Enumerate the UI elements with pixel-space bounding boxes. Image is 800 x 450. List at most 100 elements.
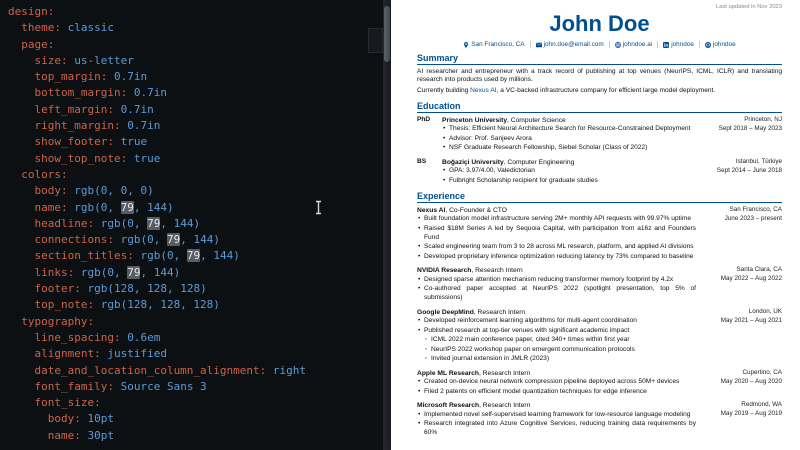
editor-overlay-box: [368, 28, 383, 53]
code-editor[interactable]: design: theme: classic page: size: us-le…: [0, 0, 383, 450]
yaml-key: body:: [8, 412, 81, 425]
experience-entry: Google DeepMind, Research Intern Develop…: [417, 308, 782, 365]
code-line[interactable]: colors:: [8, 167, 383, 183]
sub-bullet: NeurIPS 2022 workshop paper on emergent …: [417, 346, 696, 355]
code-line[interactable]: headline: rgb(0, 79, 144): [8, 216, 383, 232]
search-highlight: 79: [187, 249, 200, 262]
connection-location[interactable]: San Francisco, CA: [458, 41, 529, 48]
code-line[interactable]: links: rgb(0, 79, 144): [8, 265, 383, 281]
bullet: Filed 2 patents on efficient model quant…: [417, 388, 696, 397]
yaml-value: 0.7in: [114, 103, 154, 116]
bullet: GPA: 3.97/4.00, Valedictorian: [442, 167, 696, 176]
yaml-value: rgb(0,: [134, 249, 187, 262]
section-title: Experience: [417, 191, 782, 203]
code-line[interactable]: name: rgb(0, 79, 144): [8, 200, 383, 216]
yaml-value: classic: [61, 21, 114, 34]
code-line[interactable]: body: 10pt: [8, 411, 383, 427]
yaml-value: rgb(128, 128, 128): [81, 282, 207, 295]
section-summary: Summary AI researcher and entrepreneur w…: [417, 53, 782, 96]
yaml-value: 0.7in: [107, 70, 147, 83]
yaml-key: name:: [8, 201, 68, 214]
date-location-column: Cupertino, CA May 2020 – Aug 2020: [702, 369, 782, 398]
yaml-key: size:: [8, 54, 68, 67]
date-location-column: London, UK May 2021 – Aug 2021: [702, 308, 782, 365]
yaml-value: rgb(0,: [94, 217, 147, 230]
linkedin-icon: [663, 42, 669, 48]
code-line[interactable]: top_note: rgb(128, 128, 128): [8, 297, 383, 313]
scrollbar-thumb[interactable]: [384, 6, 390, 62]
section-education: Education PhD Princeton University, Comp…: [417, 101, 782, 186]
company-line: NVIDIA Research, Research Intern: [417, 266, 696, 275]
yaml-key: top_note:: [8, 298, 94, 311]
bullet: Designed sparse attention mechanism redu…: [417, 276, 696, 285]
search-highlight: 79: [127, 266, 140, 279]
editor-scrollbar[interactable]: [383, 0, 391, 450]
connection-email[interactable]: john.doe@email.com: [530, 41, 609, 48]
yaml-value: 30pt: [81, 429, 114, 442]
code-line[interactable]: left_margin: 0.7in: [8, 102, 383, 118]
resume-name: John Doe: [417, 11, 782, 37]
code-line[interactable]: name: 30pt: [8, 428, 383, 444]
yaml-key: top_margin:: [8, 70, 107, 83]
ibeam-cursor: [314, 200, 323, 220]
company-line: Apple ML Research, Research Intern: [417, 369, 696, 378]
code-line[interactable]: date_and_location_column_alignment: righ…: [8, 363, 383, 379]
email-icon: [536, 42, 542, 48]
institution-line: Princeton University, Computer Science: [442, 116, 696, 125]
github-icon: [705, 42, 711, 48]
date-location-column: Santa Clara, CA May 2022 – Aug 2022: [702, 266, 782, 303]
code-line[interactable]: top_margin: 0.7in: [8, 69, 383, 85]
yaml-value: rgb(0,: [68, 201, 121, 214]
code-line[interactable]: design:: [8, 4, 383, 20]
yaml-key: typography:: [8, 315, 94, 328]
code-line[interactable]: bottom_margin: 0.7in: [8, 85, 383, 101]
yaml-key: bottom_margin:: [8, 86, 127, 99]
company-line: Google DeepMind, Research Intern: [417, 308, 696, 317]
yaml-key: headline:: [8, 217, 94, 230]
company-line: Microsoft Research, Research Intern: [417, 401, 696, 410]
code-line[interactable]: connections: rgb(0, 79, 144): [8, 232, 383, 248]
bullet: Advisor: Prof. Sanjeev Arora: [442, 135, 696, 144]
code-line[interactable]: section_titles: rgb(0, 79, 144): [8, 248, 383, 264]
code-line[interactable]: font_family: Source Sans 3: [8, 379, 383, 395]
yaml-key: font_family:: [8, 380, 114, 393]
experience-entry: Microsoft Research, Research Intern Impl…: [417, 401, 782, 438]
nexus-ai-link[interactable]: Nexus AI: [470, 87, 496, 94]
date-location-column: Princeton, NJ Sept 2018 – May 2023: [702, 116, 782, 154]
connection-github[interactable]: johndoe: [699, 41, 741, 48]
yaml-key: font_size:: [8, 396, 101, 409]
code-line[interactable]: right_margin: 0.7in: [8, 118, 383, 134]
code-line[interactable]: body: rgb(0, 0, 0): [8, 183, 383, 199]
yaml-key: section_titles:: [8, 249, 134, 262]
yaml-value: us-letter: [68, 54, 134, 67]
bullet: Thesis: Efficient Neural Architecture Se…: [442, 125, 696, 134]
code-line[interactable]: typography:: [8, 314, 383, 330]
yaml-key: date_and_location_column_alignment:: [8, 364, 266, 377]
yaml-value: 0.6em: [121, 331, 161, 344]
connection-website[interactable]: johndoe.ai: [609, 41, 658, 48]
code-line[interactable]: alignment: justified: [8, 346, 383, 362]
yaml-key: design:: [8, 5, 54, 18]
sub-bullet: ICML 2022 main conference paper, cited 3…: [417, 336, 696, 345]
code-line[interactable]: show_footer: true: [8, 134, 383, 150]
yaml-key: show_top_note:: [8, 152, 127, 165]
code-line[interactable]: page:: [8, 37, 383, 53]
yaml-value: rgb(0,: [74, 266, 127, 279]
connection-linkedin[interactable]: johndoe: [657, 41, 699, 48]
yaml-key: page:: [8, 38, 54, 51]
experience-entry: Nexus AI, Co-Founder & CTO Built foundat…: [417, 206, 782, 262]
yaml-key: connections:: [8, 233, 114, 246]
yaml-value: rgb(0, 0, 0): [68, 184, 154, 197]
bullet: Raised $18M Series A led by Sequoia Capi…: [417, 225, 696, 243]
code-line[interactable]: theme: classic: [8, 20, 383, 36]
code-line[interactable]: footer: rgb(128, 128, 128): [8, 281, 383, 297]
code-line[interactable]: font_size:: [8, 395, 383, 411]
yaml-key: left_margin:: [8, 103, 114, 116]
bullet: Developed reinforcement learning algorit…: [417, 317, 696, 326]
code-line[interactable]: size: us-letter: [8, 53, 383, 69]
yaml-key: footer:: [8, 282, 81, 295]
code-line[interactable]: show_top_note: true: [8, 151, 383, 167]
yaml-value: true: [114, 135, 147, 148]
yaml-value: rgb(128, 128, 128): [94, 298, 220, 311]
code-line[interactable]: line_spacing: 0.6em: [8, 330, 383, 346]
